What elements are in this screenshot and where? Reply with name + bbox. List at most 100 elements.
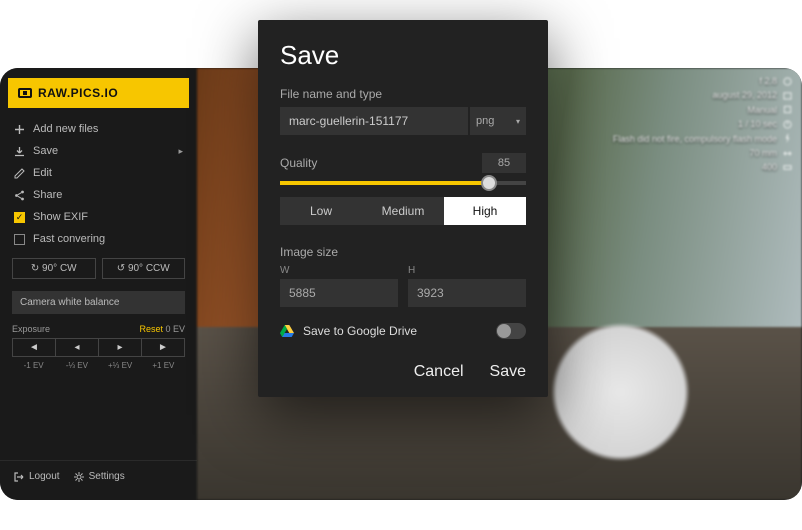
sidebar-item-label: Edit: [33, 167, 52, 179]
dialog-title: Save: [280, 40, 526, 71]
exif-value: Manual: [747, 103, 777, 117]
sidebar: RAW.PICS.IO Add new files Save ▸ Edit Sh…: [0, 68, 197, 500]
flash-icon: [783, 134, 792, 143]
rotate-ccw-button[interactable]: ↺ 90° CCW: [102, 258, 186, 279]
filename-label: File name and type: [280, 87, 526, 101]
rotate-row: ↻ 90° CW ↺ 90° CCW: [12, 258, 185, 279]
download-icon: [14, 146, 25, 157]
brand-text: RAW.PICS.IO: [38, 86, 118, 100]
exif-row: Manual: [613, 103, 792, 117]
exposure-minus-third[interactable]: ◂: [56, 339, 99, 356]
aperture-icon: [783, 77, 792, 86]
save-button[interactable]: Save: [490, 363, 526, 381]
white-balance-select[interactable]: Camera white balance: [12, 291, 185, 314]
exif-value: 1 / 10 sec: [738, 117, 777, 131]
gdrive-label: Save to Google Drive: [303, 324, 417, 338]
rotate-ccw-label: 90° CCW: [128, 263, 170, 274]
width-label: W: [280, 265, 398, 276]
exif-row: 1 / 10 sec: [613, 117, 792, 131]
share-icon: [14, 190, 25, 201]
filename-row: png ▾: [280, 107, 526, 135]
quality-slider[interactable]: [280, 181, 526, 185]
checkbox-unchecked-icon: [14, 234, 25, 245]
exif-value: f 2.8: [759, 74, 777, 88]
exposure-reset[interactable]: Reset: [139, 324, 163, 334]
calendar-icon: [783, 91, 792, 100]
mode-icon: [783, 105, 792, 114]
step-label: -1 EV: [12, 361, 55, 370]
sidebar-item-label: Save: [33, 145, 58, 157]
quality-high[interactable]: High: [444, 197, 526, 225]
sidebar-item-label: Fast convering: [33, 233, 105, 245]
exif-row: f 2.8: [613, 74, 792, 88]
exposure-header: Exposure Reset 0 EV: [12, 324, 185, 334]
sidebar-item-label: Add new files: [33, 123, 98, 135]
quality-label: Quality: [280, 156, 317, 170]
chevron-down-icon: ▾: [516, 117, 520, 126]
width-input[interactable]: [280, 279, 398, 307]
sidebar-item-add-files[interactable]: Add new files: [0, 118, 197, 140]
quality-low[interactable]: Low: [280, 197, 362, 225]
image-size-label: Image size: [280, 245, 526, 259]
checkbox-checked-icon: ✓: [14, 212, 25, 223]
logo-icon: [18, 88, 32, 98]
sidebar-item-show-exif[interactable]: ✓ Show EXIF: [0, 206, 197, 228]
step-label: +⅓ EV: [99, 361, 142, 370]
exif-value: august 29, 2012: [712, 88, 777, 102]
sidebar-item-label: Show EXIF: [33, 211, 88, 223]
exposure-plus-third[interactable]: ▸: [99, 339, 142, 356]
exif-panel: f 2.8 august 29, 2012 Manual 1 / 10 sec …: [613, 74, 792, 175]
sidebar-item-share[interactable]: Share: [0, 184, 197, 206]
filetype-select[interactable]: png ▾: [470, 107, 526, 135]
exposure-value: 0 EV: [165, 324, 185, 334]
sidebar-footer: Logout Settings: [0, 460, 197, 492]
step-label: +1 EV: [142, 361, 185, 370]
slider-thumb[interactable]: [481, 175, 497, 191]
sidebar-item-save[interactable]: Save ▸: [0, 140, 197, 162]
exif-value: Flash did not fire, compulsory flash mod…: [613, 132, 777, 146]
iso-icon: [783, 163, 792, 172]
filetype-value: png: [476, 115, 494, 127]
quality-value[interactable]: 85: [482, 153, 526, 173]
google-drive-icon: [280, 325, 294, 337]
plus-icon: [14, 124, 25, 135]
exif-row: august 29, 2012: [613, 88, 792, 102]
pencil-icon: [14, 168, 25, 179]
quality-medium[interactable]: Medium: [362, 197, 444, 225]
slider-fill: [280, 181, 489, 185]
save-dialog: Save File name and type png ▾ Quality 85…: [258, 20, 548, 397]
exif-value: 70 mm: [749, 146, 777, 160]
exposure-stepper: ◄ ◂ ▸ ►: [12, 338, 185, 357]
sidebar-item-label: Share: [33, 189, 62, 201]
quality-segment: Low Medium High: [280, 197, 526, 225]
exif-row: Flash did not fire, compulsory flash mod…: [613, 132, 792, 146]
rotate-cw-label: 90° CW: [42, 263, 77, 274]
dialog-actions: Cancel Save: [280, 357, 526, 381]
height-input[interactable]: [408, 279, 526, 307]
exposure-minus-1[interactable]: ◄: [13, 339, 56, 356]
exif-value: 400: [762, 160, 777, 174]
gdrive-toggle[interactable]: [496, 323, 526, 339]
size-row: W H: [280, 265, 526, 307]
sidebar-item-fast-converting[interactable]: Fast convering: [0, 228, 197, 250]
exposure-label: Exposure: [12, 324, 50, 334]
settings-button[interactable]: Settings: [74, 471, 125, 482]
settings-label: Settings: [89, 471, 125, 482]
shutter-icon: [783, 120, 792, 129]
focal-icon: [783, 149, 792, 158]
exif-row: 70 mm: [613, 146, 792, 160]
rotate-cw-button[interactable]: ↻ 90° CW: [12, 258, 96, 279]
logout-button[interactable]: Logout: [14, 471, 60, 482]
step-label: -⅓ EV: [55, 361, 98, 370]
logout-label: Logout: [29, 471, 60, 482]
logo: RAW.PICS.IO: [8, 78, 189, 108]
exif-row: 400: [613, 160, 792, 174]
exposure-plus-1[interactable]: ►: [142, 339, 184, 356]
sidebar-item-edit[interactable]: Edit: [0, 162, 197, 184]
chevron-right-icon: ▸: [178, 146, 183, 157]
filename-input[interactable]: [280, 107, 468, 135]
cancel-button[interactable]: Cancel: [414, 363, 464, 381]
gdrive-row: Save to Google Drive: [280, 323, 526, 339]
height-label: H: [408, 265, 526, 276]
quality-header: Quality 85: [280, 153, 526, 173]
